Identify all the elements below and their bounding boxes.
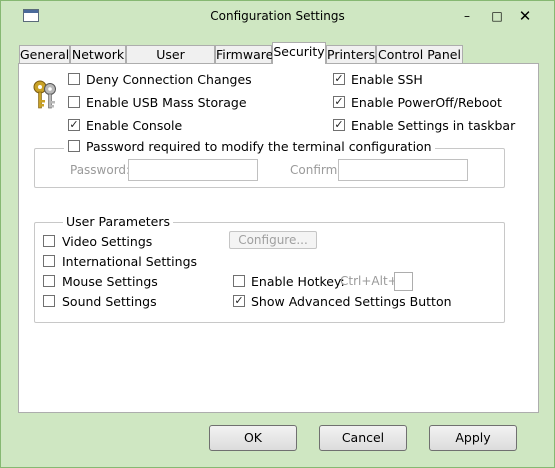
password-input[interactable] (128, 159, 258, 181)
password-required-checkbox[interactable] (68, 140, 80, 152)
video-settings-checkbox[interactable] (43, 235, 55, 247)
maximize-button[interactable]: □ (487, 7, 507, 25)
tab-firmware[interactable]: Firmware (215, 45, 273, 63)
video-settings-label: Video Settings (62, 234, 153, 249)
enable-poweroff-reboot-checkbox[interactable] (333, 95, 345, 109)
cancel-button[interactable]: Cancel (319, 425, 407, 451)
tab-user-interface[interactable]: User Interface (126, 45, 215, 80)
enable-console-label: Enable Console (86, 118, 183, 133)
password-field-label: Password: (70, 163, 131, 177)
show-advanced-settings-checkbox[interactable] (233, 294, 245, 308)
keys-icon (33, 80, 56, 109)
confirm-input[interactable] (338, 159, 468, 181)
mouse-settings-checkbox[interactable] (43, 275, 55, 287)
deny-connection-changes-label: Deny Connection Changes (86, 72, 252, 87)
minimize-button[interactable]: – (457, 7, 477, 25)
security-tab-panel: Deny Connection Changes Enable USB Mass … (18, 63, 539, 413)
configure-button[interactable]: Configure... (229, 231, 317, 249)
configuration-window: Configuration Settings – □ ✕ General Net… (0, 0, 555, 468)
international-settings-checkbox[interactable] (43, 255, 55, 267)
password-required-label: Password required to modify the terminal… (64, 139, 435, 154)
ok-button[interactable]: OK (209, 425, 297, 451)
sound-settings-label: Sound Settings (62, 294, 157, 309)
enable-console-checkbox[interactable] (68, 118, 80, 132)
tab-control-panel[interactable]: Control Panel (376, 45, 463, 63)
deny-connection-changes-checkbox[interactable] (68, 73, 80, 85)
tab-network[interactable]: Network (70, 45, 126, 63)
mouse-settings-label: Mouse Settings (62, 274, 158, 289)
apply-button[interactable]: Apply (429, 425, 517, 451)
sound-settings-checkbox[interactable] (43, 295, 55, 307)
tab-security[interactable]: Security (272, 42, 326, 64)
title-bar[interactable]: Configuration Settings – □ ✕ (1, 1, 554, 32)
tab-printers[interactable]: Printers (326, 45, 376, 63)
enable-ssh-checkbox[interactable] (333, 72, 345, 86)
show-advanced-settings-label: Show Advanced Settings Button (251, 294, 452, 309)
enable-usb-mass-storage-checkbox[interactable] (68, 96, 80, 108)
enable-settings-in-taskbar-checkbox[interactable] (333, 118, 345, 132)
enable-poweroff-reboot-label: Enable PowerOff/Reboot (351, 95, 502, 110)
enable-ssh-label: Enable SSH (351, 72, 423, 87)
user-parameters-title: User Parameters (63, 214, 174, 229)
hotkey-input[interactable] (394, 272, 413, 291)
enable-usb-mass-storage-label: Enable USB Mass Storage (86, 95, 247, 110)
enable-hotkey-checkbox[interactable] (233, 275, 245, 287)
confirm-field-label: Confirm: (290, 163, 342, 177)
international-settings-label: International Settings (62, 254, 198, 269)
enable-settings-in-taskbar-label: Enable Settings in taskbar (351, 118, 516, 133)
tab-general[interactable]: General (19, 45, 70, 63)
enable-hotkey-label: Enable Hotkey: (251, 274, 345, 289)
close-button[interactable]: ✕ (515, 7, 535, 25)
hotkey-prefix-label: Ctrl+Alt+ (340, 274, 398, 288)
